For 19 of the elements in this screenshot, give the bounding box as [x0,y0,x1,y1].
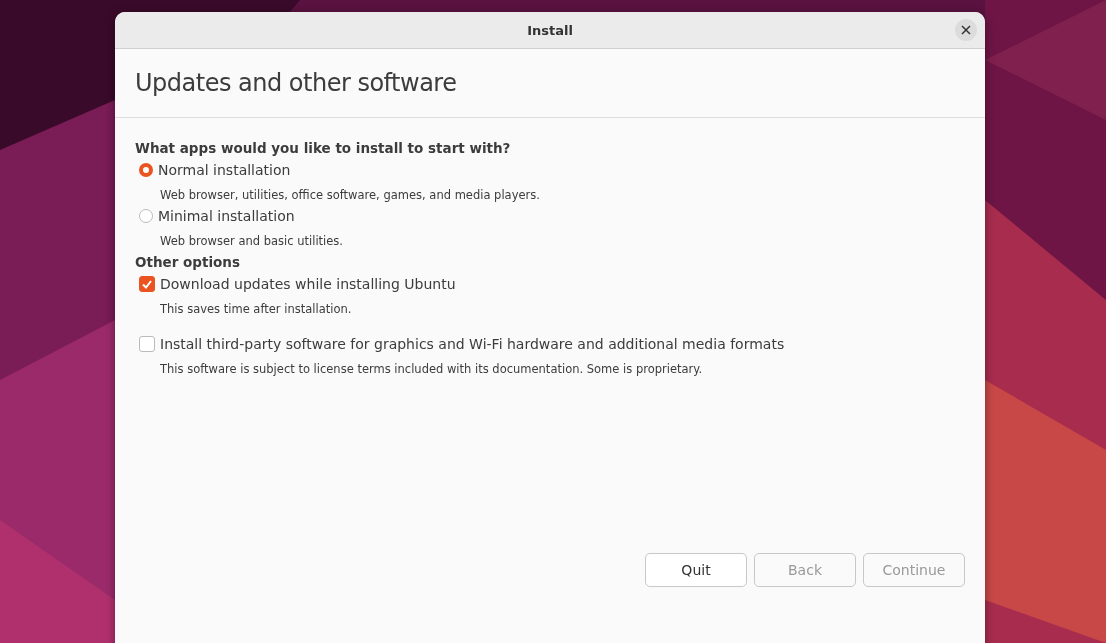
checkbox[interactable] [139,336,155,352]
section-heading: Other options [135,254,241,270]
window-title: Install [527,22,573,38]
option-description: Web browser and basic utilities. [160,234,344,248]
option-description: This saves time after installation. [160,302,353,316]
close-button[interactable] [955,19,977,41]
option-description: Web browser, utilities, office software, games, and media players. [160,188,541,202]
page-heading: Updates and other software [135,69,457,97]
option-label[interactable]: Install third-party software for graphics and Wi-Fi hardware and additional media formats [160,336,785,352]
radio-button[interactable] [139,209,153,223]
option-label[interactable]: Minimal installation [158,208,295,224]
dialog-button[interactable]: Quit [645,553,747,587]
section-heading: What apps would you like to install to start with? [135,140,512,156]
radio-button[interactable] [139,163,153,177]
close-icon [961,25,971,35]
checkbox[interactable] [139,276,155,292]
option-label[interactable]: Download updates while installing Ubuntu [160,276,456,292]
option-description: This software is subject to license terms included with its documentation. Some is proprietary. [160,362,704,376]
option-label[interactable]: Normal installation [158,162,291,178]
